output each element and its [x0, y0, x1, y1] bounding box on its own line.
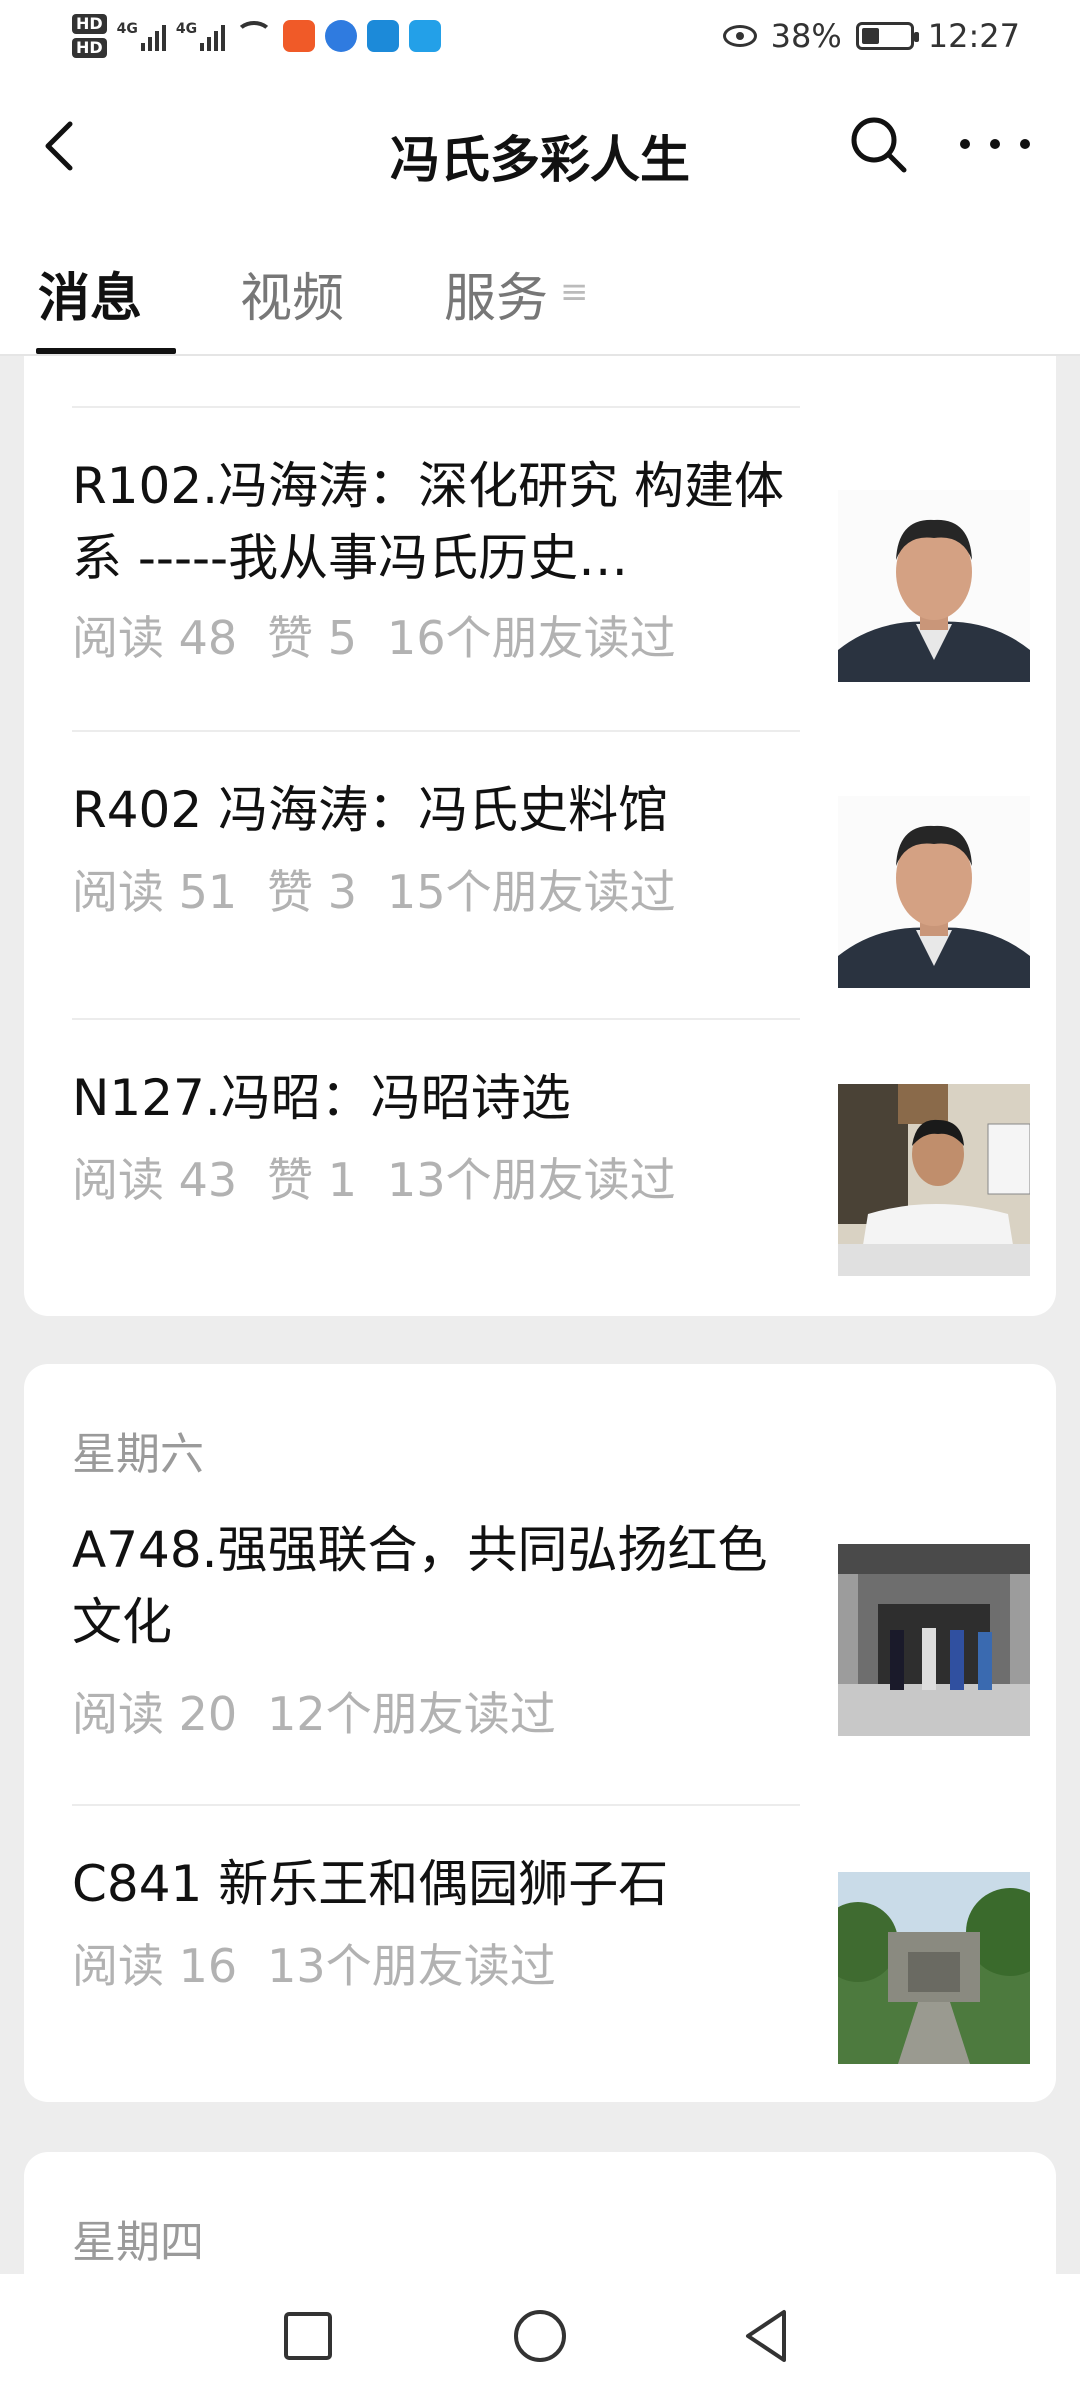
- read-count: 阅读 20: [72, 1687, 238, 1741]
- article-item[interactable]: A748.强强联合，共同弘扬红色文化 阅读 20 12个朋友读过: [72, 1514, 1056, 1741]
- hd-label-2: HD: [72, 38, 107, 58]
- article-title: C841 新乐王和偶园狮子石: [72, 1855, 669, 1913]
- read-count: 阅读 16: [72, 1939, 238, 1993]
- battery-fill: [861, 28, 880, 44]
- date-group-card: 星期四: [24, 2152, 1056, 2276]
- divider: [72, 1018, 800, 1020]
- nav-bar: 冯氏多彩人生: [0, 72, 1080, 220]
- back-nav-icon[interactable]: [736, 2304, 800, 2368]
- article-title: R402 冯海涛：冯氏史料馆: [72, 781, 669, 839]
- wifi-icon: [235, 21, 274, 51]
- article-title: A748.强强联合，共同弘扬红色文化: [72, 1521, 768, 1651]
- article-thumbnail: [838, 1872, 1030, 2064]
- tab-messages[interactable]: 消息: [38, 256, 142, 331]
- article-thumbnail: [838, 1544, 1030, 1736]
- friends-read: 13个朋友读过: [387, 1153, 676, 1207]
- screen: HD HD 4G 4G 38% 12:27 冯氏多彩人生 消息 视频 服务 ≡ …: [0, 0, 1080, 2400]
- article-item[interactable]: R402 冯海涛：冯氏史料馆 阅读 51 赞 3 15个朋友读过: [72, 774, 1056, 988]
- divider: [72, 730, 800, 732]
- friends-read: 13个朋友读过: [267, 1939, 556, 1993]
- active-tab-indicator: [36, 348, 176, 354]
- system-navigation-bar: [0, 2274, 1080, 2400]
- battery-icon: [855, 22, 919, 50]
- signal-icon: 4G: [117, 21, 166, 51]
- status-right: 38% 12:27: [722, 17, 1020, 55]
- article-title: R102.冯海涛：深化研究 构建体系 -----我从事冯氏历史…: [72, 457, 784, 587]
- signal-icon-2: 4G: [175, 21, 226, 51]
- services-menu-icon[interactable]: ≡: [560, 272, 589, 312]
- like-count: 赞 5: [267, 611, 358, 665]
- recent-apps-icon[interactable]: [276, 2304, 340, 2368]
- like-count: 赞 1: [267, 1153, 358, 1207]
- page-title: 冯氏多彩人生: [390, 131, 690, 189]
- more-options-icon[interactable]: [960, 116, 1030, 172]
- message-list[interactable]: R102.冯海涛：深化研究 构建体系 -----我从事冯氏历史… 阅读 48 赞 …: [0, 356, 1080, 2276]
- search-app-notification-icon: [409, 20, 442, 52]
- friends-read: 12个朋友读过: [267, 1687, 556, 1741]
- article-meta: 阅读 16 13个朋友读过: [72, 1930, 586, 1996]
- article-title: N127.冯昭：冯昭诗选: [72, 1069, 571, 1127]
- network-type-label: 4G: [116, 21, 138, 37]
- hd-indicator: HD HD: [72, 14, 107, 58]
- divider: [72, 406, 800, 408]
- date-group-card: 星期六 A748.强强联合，共同弘扬红色文化 阅读 20 12个朋友读过 C84…: [24, 1364, 1056, 2102]
- date-group-label: 星期四: [72, 2217, 204, 2268]
- divider: [72, 1804, 800, 1806]
- article-card: R102.冯海涛：深化研究 构建体系 -----我从事冯氏历史… 阅读 48 赞 …: [24, 356, 1056, 1316]
- status-bar: HD HD 4G 4G 38% 12:27: [0, 0, 1080, 72]
- article-item[interactable]: N127.冯昭：冯昭诗选 阅读 43 赞 1 13个朋友读过: [72, 1062, 1056, 1276]
- read-count: 阅读 51: [72, 865, 238, 919]
- home-icon[interactable]: [508, 2304, 572, 2368]
- hd-label-1: HD: [72, 14, 107, 34]
- article-meta: 阅读 43 赞 1 13个朋友读过: [72, 1144, 706, 1210]
- status-left: HD HD 4G 4G: [72, 14, 442, 58]
- weibo-notification-icon: [367, 20, 400, 52]
- article-item[interactable]: C841 新乐王和偶园狮子石 阅读 16 13个朋友读过: [72, 1848, 1056, 2064]
- app-notification-icon: [283, 20, 316, 52]
- friends-read: 16个朋友读过: [387, 611, 676, 665]
- tab-videos[interactable]: 视频: [240, 256, 344, 331]
- article-meta: 阅读 20 12个朋友读过: [72, 1678, 586, 1744]
- tab-services[interactable]: 服务: [444, 256, 548, 331]
- article-meta: 阅读 48 赞 5 16个朋友读过: [72, 602, 706, 668]
- network-type-label-2: 4G: [175, 21, 198, 37]
- like-count: 赞 3: [267, 865, 358, 919]
- article-thumbnail: [838, 490, 1030, 682]
- article-thumbnail: [838, 1084, 1030, 1276]
- tab-bar: 消息 视频 服务 ≡: [0, 220, 1080, 356]
- article-meta: 阅读 51 赞 3 15个朋友读过: [72, 856, 706, 922]
- read-count: 阅读 43: [72, 1153, 238, 1207]
- browser-notification-icon: [325, 20, 358, 52]
- article-thumbnail: [838, 796, 1030, 988]
- read-count: 阅读 48: [72, 611, 238, 665]
- eye-comfort-icon: [722, 25, 757, 47]
- battery-percent: 38%: [770, 17, 842, 55]
- clock: 12:27: [927, 17, 1020, 55]
- article-item[interactable]: R102.冯海涛：深化研究 构建体系 -----我从事冯氏历史… 阅读 48 赞 …: [72, 450, 1056, 682]
- friends-read: 15个朋友读过: [387, 865, 676, 919]
- search-icon[interactable]: [846, 112, 910, 176]
- date-group-label: 星期六: [72, 1429, 204, 1480]
